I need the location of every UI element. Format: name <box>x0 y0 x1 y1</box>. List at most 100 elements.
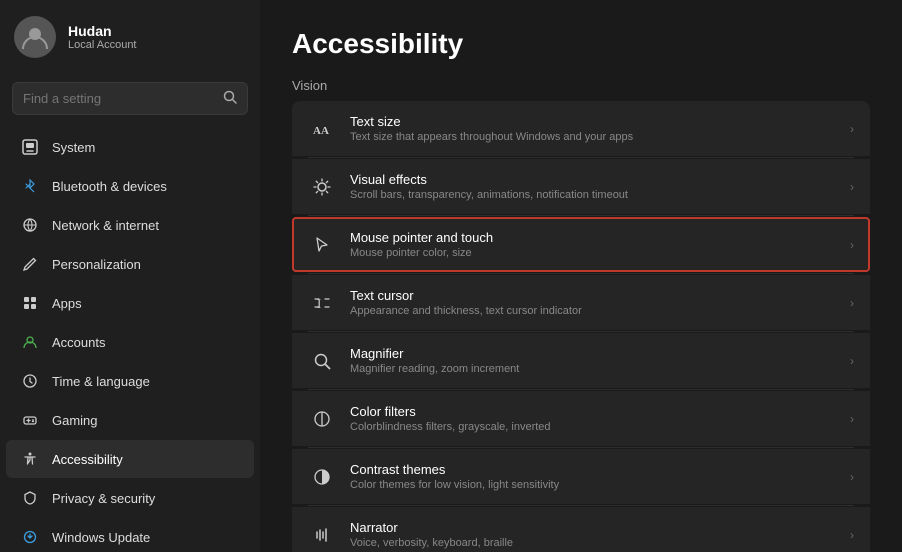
sidebar: Hudan Local Account System Bluetooth & d… <box>0 0 260 552</box>
setting-item-text-cursor[interactable]: I Text cursor Appearance and thickness, … <box>292 275 870 330</box>
setting-item-narrator[interactable]: Narrator Voice, verbosity, keyboard, bra… <box>292 507 870 552</box>
sidebar-item-label: Accessibility <box>52 452 123 467</box>
sidebar-item-label: Gaming <box>52 413 98 428</box>
setting-desc-color-filters: Colorblindness filters, grayscale, inver… <box>350 421 836 433</box>
sidebar-item-windows-update[interactable]: Windows Update <box>6 518 254 552</box>
time-icon <box>20 371 40 391</box>
setting-item-color-filters[interactable]: Color filters Colorblindness filters, gr… <box>292 391 870 446</box>
svg-text:AA: AA <box>313 125 329 137</box>
setting-text-text-cursor: Text cursor Appearance and thickness, te… <box>350 288 836 317</box>
windows-update-icon <box>20 527 40 547</box>
chevron-icon: › <box>850 180 854 194</box>
setting-text-mouse-pointer: Mouse pointer and touch Mouse pointer co… <box>350 230 836 259</box>
setting-text-visual-effects: Visual effects Scroll bars, transparency… <box>350 172 836 201</box>
privacy-icon <box>20 488 40 508</box>
sidebar-item-label: Bluetooth & devices <box>52 179 167 194</box>
setting-desc-mouse-pointer: Mouse pointer color, size <box>350 247 836 259</box>
mouse-pointer-icon <box>308 231 336 259</box>
setting-text-contrast-themes: Contrast themes Color themes for low vis… <box>350 462 836 491</box>
setting-desc-visual-effects: Scroll bars, transparency, animations, n… <box>350 189 836 201</box>
sidebar-item-system[interactable]: System <box>6 128 254 166</box>
bluetooth-icon <box>20 176 40 196</box>
chevron-icon: › <box>850 528 854 542</box>
text-size-icon: AA <box>308 115 336 143</box>
section-label: Vision <box>292 78 870 93</box>
setting-item-magnifier[interactable]: Magnifier Magnifier reading, zoom increm… <box>292 333 870 388</box>
setting-item-visual-effects[interactable]: Visual effects Scroll bars, transparency… <box>292 159 870 214</box>
sidebar-item-gaming[interactable]: Gaming <box>6 401 254 439</box>
personalization-icon <box>20 254 40 274</box>
sidebar-item-apps[interactable]: Apps <box>6 284 254 322</box>
setting-desc-magnifier: Magnifier reading, zoom increment <box>350 363 836 375</box>
chevron-icon: › <box>850 238 854 252</box>
setting-title-magnifier: Magnifier <box>350 346 836 361</box>
search-container <box>0 74 260 127</box>
setting-text-text-size: Text size Text size that appears through… <box>350 114 836 143</box>
setting-desc-narrator: Voice, verbosity, keyboard, braille <box>350 537 836 549</box>
svg-text:I: I <box>317 296 321 311</box>
visual-effects-icon <box>308 173 336 201</box>
sidebar-item-label: Personalization <box>52 257 141 272</box>
divider <box>308 157 854 158</box>
main-content: Accessibility Vision AA Text size Text s… <box>260 0 902 552</box>
search-input[interactable] <box>23 91 215 106</box>
sidebar-item-label: Windows Update <box>52 530 150 545</box>
setting-title-mouse-pointer: Mouse pointer and touch <box>350 230 836 245</box>
sidebar-item-label: Time & language <box>52 374 150 389</box>
setting-item-mouse-pointer[interactable]: Mouse pointer and touch Mouse pointer co… <box>292 217 870 272</box>
avatar <box>14 16 56 58</box>
sidebar-item-privacy[interactable]: Privacy & security <box>6 479 254 517</box>
user-profile[interactable]: Hudan Local Account <box>0 0 260 74</box>
contrast-themes-icon <box>308 463 336 491</box>
narrator-icon <box>308 521 336 549</box>
user-type: Local Account <box>68 39 137 51</box>
setting-title-narrator: Narrator <box>350 520 836 535</box>
setting-title-contrast-themes: Contrast themes <box>350 462 836 477</box>
sidebar-item-label: Apps <box>52 296 82 311</box>
search-box[interactable] <box>12 82 248 115</box>
setting-item-text-size[interactable]: AA Text size Text size that appears thro… <box>292 101 870 156</box>
magnifier-icon <box>308 347 336 375</box>
sidebar-item-label: Network & internet <box>52 218 159 233</box>
chevron-icon: › <box>850 296 854 310</box>
page-title: Accessibility <box>292 28 870 60</box>
system-icon <box>20 137 40 157</box>
setting-title-color-filters: Color filters <box>350 404 836 419</box>
divider <box>308 273 854 274</box>
setting-item-contrast-themes[interactable]: Contrast themes Color themes for low vis… <box>292 449 870 504</box>
sidebar-item-time[interactable]: Time & language <box>6 362 254 400</box>
setting-text-magnifier: Magnifier Magnifier reading, zoom increm… <box>350 346 836 375</box>
settings-list: AA Text size Text size that appears thro… <box>292 101 870 552</box>
sidebar-item-label: Privacy & security <box>52 491 155 506</box>
sidebar-item-bluetooth[interactable]: Bluetooth & devices <box>6 167 254 205</box>
chevron-icon: › <box>850 412 854 426</box>
setting-text-color-filters: Color filters Colorblindness filters, gr… <box>350 404 836 433</box>
user-name: Hudan <box>68 23 137 39</box>
sidebar-item-label: Accounts <box>52 335 105 350</box>
divider <box>308 215 854 216</box>
network-icon <box>20 215 40 235</box>
accessibility-icon <box>20 449 40 469</box>
setting-desc-contrast-themes: Color themes for low vision, light sensi… <box>350 479 836 491</box>
sidebar-item-personalization[interactable]: Personalization <box>6 245 254 283</box>
setting-title-visual-effects: Visual effects <box>350 172 836 187</box>
setting-desc-text-cursor: Appearance and thickness, text cursor in… <box>350 305 836 317</box>
apps-icon <box>20 293 40 313</box>
sidebar-item-label: System <box>52 140 95 155</box>
sidebar-item-accounts[interactable]: Accounts <box>6 323 254 361</box>
color-filters-icon <box>308 405 336 433</box>
divider <box>308 505 854 506</box>
setting-title-text-cursor: Text cursor <box>350 288 836 303</box>
divider <box>308 331 854 332</box>
accounts-icon <box>20 332 40 352</box>
setting-text-narrator: Narrator Voice, verbosity, keyboard, bra… <box>350 520 836 549</box>
chevron-icon: › <box>850 122 854 136</box>
sidebar-item-accessibility[interactable]: Accessibility <box>6 440 254 478</box>
setting-title-text-size: Text size <box>350 114 836 129</box>
divider <box>308 389 854 390</box>
chevron-icon: › <box>850 470 854 484</box>
gaming-icon <box>20 410 40 430</box>
sidebar-item-network[interactable]: Network & internet <box>6 206 254 244</box>
nav-list: System Bluetooth & devices Network & int… <box>0 127 260 552</box>
divider <box>308 447 854 448</box>
